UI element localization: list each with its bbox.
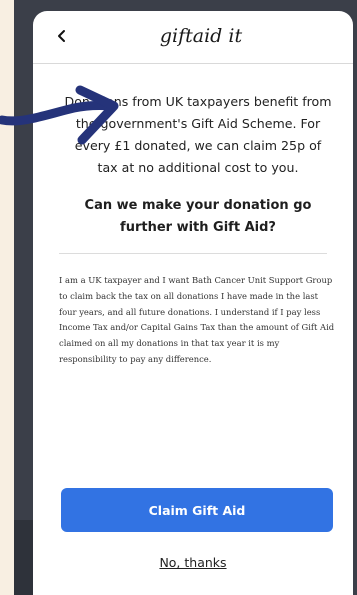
svg-text:giftaid it: giftaid it: [160, 25, 243, 47]
gift-aid-modal: giftaid it Donations from UK taxpayers b…: [33, 11, 353, 595]
gift-aid-question: Can we make your donation go further wit…: [84, 198, 312, 235]
claim-gift-aid-button[interactable]: Claim Gift Aid: [61, 488, 333, 532]
header-divider: [33, 63, 353, 64]
modal-header: giftaid it: [33, 11, 353, 64]
chevron-left-icon: [58, 30, 65, 42]
back-button[interactable]: [51, 25, 73, 47]
taxpayer-declaration: I am a UK taxpayer and I want Bath Cance…: [59, 275, 335, 364]
gift-aid-intro-text: Donations from UK taxpayers benefit from…: [64, 94, 332, 175]
giftaid-it-logo: giftaid it: [160, 25, 243, 47]
section-divider: [59, 253, 327, 254]
no-thanks-link[interactable]: No, thanks: [33, 555, 353, 570]
